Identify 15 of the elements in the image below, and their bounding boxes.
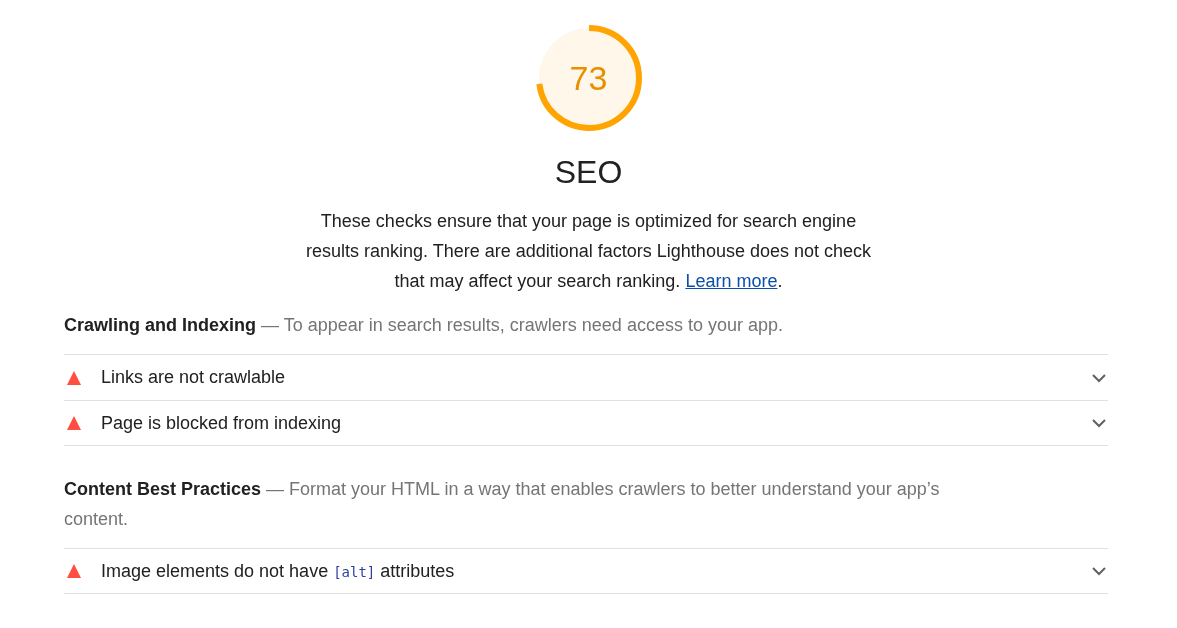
audit-title[interactable]: Image elements do not have [alt] attributes <box>101 557 1092 585</box>
category-description: These checks ensure that your page is optimized for search engine results ranking. There are additional factors Lighthouse does not check that may affect your search ranking. Learn more. <box>305 210 872 293</box>
warning-triangle-icon <box>67 370 81 385</box>
group-header: Content Best Practices — Format your HTML in a way that enables crawlers to better understand your app’s content. <box>64 478 941 531</box>
warning-triangle-icon <box>67 416 81 430</box>
chevron-icon[interactable] <box>1092 566 1106 576</box>
audit-title[interactable]: Links are not crawlable <box>101 364 1092 391</box>
audit-title[interactable]: Page is blocked from indexing <box>101 409 1092 437</box>
category-title: SEO <box>554 153 623 192</box>
learn-more-link[interactable]: Learn more <box>685 271 778 291</box>
score-value: 73 <box>569 61 608 95</box>
group-header: Crawling and Indexing — To appear in search results, crawlers need access to your app. <box>64 314 784 337</box>
chevron-icon[interactable] <box>1092 418 1106 428</box>
warning-triangle-icon <box>67 564 81 578</box>
chevron-icon[interactable] <box>1092 372 1106 383</box>
